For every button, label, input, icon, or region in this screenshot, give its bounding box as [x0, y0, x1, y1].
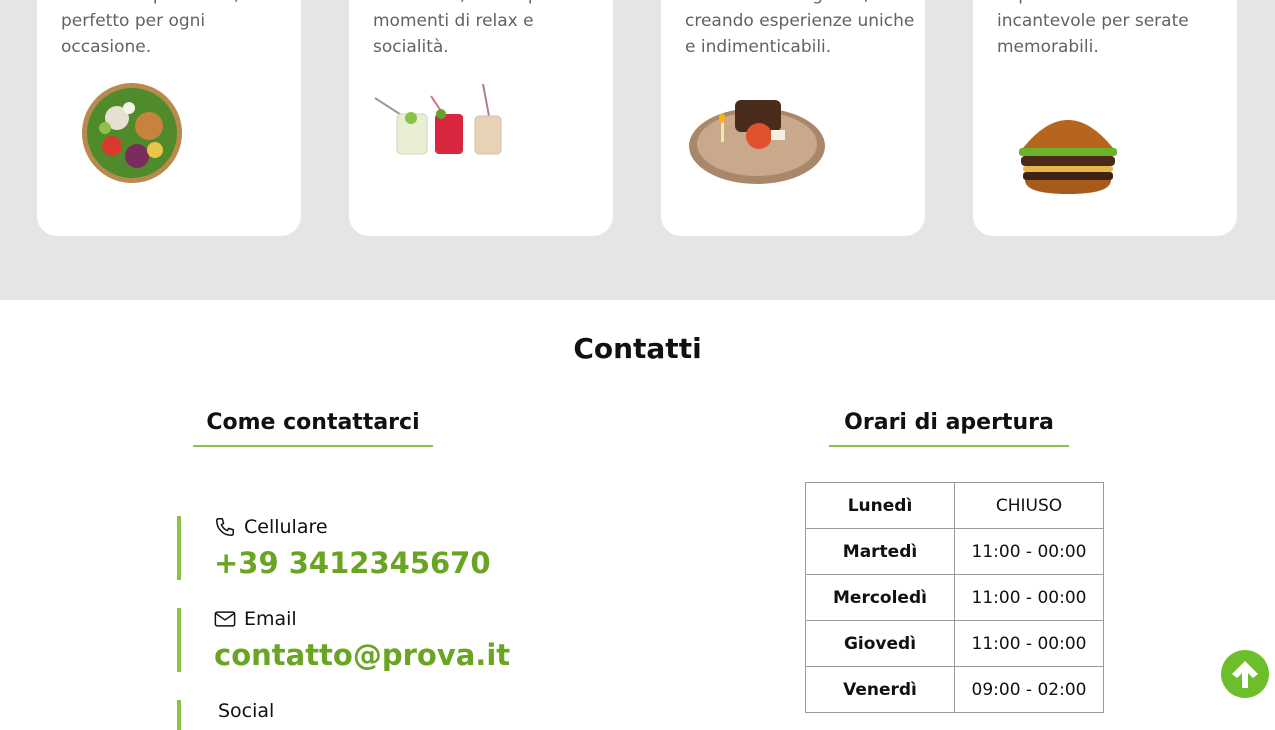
phone-label: Cellulare [244, 516, 328, 538]
email-label: Email [244, 608, 297, 630]
hours-day: Mercoledì [805, 574, 955, 621]
phone-contact: Cellulare +39 3412345670 [177, 516, 581, 580]
services-section: servizio impeccabile, perfetto per ogni … [0, 0, 1275, 300]
hours-time: 11:00 - 00:00 [954, 620, 1104, 667]
social-label: Social [218, 700, 275, 722]
opening-hours-heading: Orari di apertura [829, 410, 1069, 447]
hours-time: 09:00 - 02:00 [954, 666, 1104, 713]
email-label-row: Email [214, 608, 297, 630]
hours-day: Venerdì [805, 666, 955, 713]
hours-time: 11:00 - 00:00 [954, 528, 1104, 575]
burger-image [1019, 120, 1117, 194]
hours-day: Giovedì [805, 620, 955, 667]
email-link[interactable]: contatto@prova.it [214, 638, 510, 672]
contacts-title: Contatti [573, 332, 702, 365]
phone-number-link[interactable]: +39 3412345670 [214, 546, 491, 580]
service-card-text: servizio impeccabile, perfetto per ogni … [61, 0, 239, 57]
scroll-to-top-button[interactable] [1221, 650, 1269, 698]
hours-day: Martedì [805, 528, 955, 575]
phone-icon [216, 518, 234, 536]
hours-day: Lunedì [805, 482, 955, 529]
envelope-icon [214, 611, 236, 627]
service-card: sofisticata, ideale per momenti di relax… [349, 0, 613, 236]
dessert-image [689, 100, 825, 184]
hours-time: 11:00 - 00:00 [954, 574, 1104, 621]
hours-row: Lunedì CHIUSO [805, 482, 1104, 529]
opening-hours-table: Lunedì CHIUSO Martedì 11:00 - 00:00 Merc… [805, 482, 1104, 713]
service-card: servizio impeccabile, perfetto per ogni … [37, 0, 301, 236]
phone-label-row: Cellulare [214, 516, 328, 538]
arrow-up-icon [1232, 661, 1258, 688]
social-contact: Social [177, 700, 581, 730]
hours-row: Mercoledì 11:00 - 00:00 [805, 574, 1104, 621]
service-card: impeccabile e ambiente incantevole per s… [973, 0, 1237, 236]
service-card-text: attento alle esigenze, creando esperienz… [685, 0, 915, 57]
service-card: attento alle esigenze, creando esperienz… [661, 0, 925, 236]
service-card-text: sofisticata, ideale per momenti di relax… [373, 0, 556, 57]
hours-row: Venerdì 09:00 - 02:00 [805, 666, 1104, 713]
salad-bowl-image [82, 83, 182, 183]
email-contact: Email contatto@prova.it [177, 608, 581, 672]
cocktails-image [374, 84, 502, 155]
hours-row: Martedì 11:00 - 00:00 [805, 528, 1104, 575]
service-card-text: impeccabile e ambiente incantevole per s… [997, 0, 1201, 57]
how-to-contact-heading: Come contattarci [193, 410, 433, 447]
hours-time: CHIUSO [954, 482, 1104, 529]
hours-row: Giovedì 11:00 - 00:00 [805, 620, 1104, 667]
